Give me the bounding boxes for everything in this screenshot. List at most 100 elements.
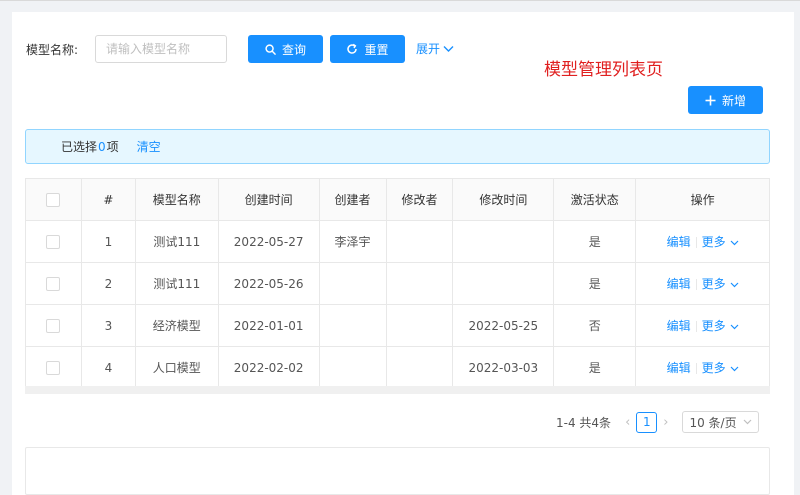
row-checkbox[interactable] — [46, 276, 61, 291]
table-row: 2 测试111 2022-05-26 是 编辑 更多 — [25, 262, 770, 305]
row-modified-time: 2022-05-25 — [452, 304, 555, 347]
row-select-cell — [25, 346, 82, 389]
edit-link[interactable]: 编辑 — [667, 319, 691, 333]
row-active-status: 是 — [553, 346, 637, 389]
more-dropdown[interactable]: 更多 — [702, 361, 739, 375]
plus-icon — [705, 95, 716, 106]
row-created-time: 2022-01-01 — [218, 304, 320, 347]
row-creator — [319, 262, 387, 305]
table-horizontal-scrollbar[interactable] — [25, 386, 770, 394]
next-page-icon[interactable]: › — [663, 415, 668, 430]
row-created-time: 2022-05-27 — [218, 220, 320, 263]
search-icon — [265, 43, 276, 55]
action-divider — [695, 363, 697, 374]
clear-selection-link[interactable]: 清空 — [137, 138, 161, 155]
add-button-label: 新增 — [721, 93, 746, 108]
action-divider — [695, 279, 697, 290]
more-dropdown[interactable]: 更多 — [702, 235, 739, 249]
row-modified-time — [452, 262, 555, 305]
row-active-status: 是 — [553, 220, 637, 263]
row-index: 1 — [81, 220, 136, 263]
pagination-summary: 1-4 共4条 — [556, 415, 612, 430]
header-index: # — [81, 178, 136, 221]
row-model-name: 测试111 — [135, 220, 219, 263]
row-creator: 李泽宇 — [319, 220, 387, 263]
row-modified-time — [452, 220, 555, 263]
current-page-button[interactable]: 1 — [636, 411, 658, 433]
selection-suffix: 项 — [106, 140, 119, 154]
edit-link[interactable]: 编辑 — [667, 235, 691, 249]
row-index: 3 — [81, 304, 136, 347]
row-creator — [319, 346, 387, 389]
row-checkbox[interactable] — [46, 234, 61, 249]
row-select-cell — [25, 220, 82, 263]
header-created-time: 创建时间 — [218, 178, 320, 221]
select-all-checkbox[interactable] — [46, 192, 61, 207]
row-checkbox[interactable] — [46, 318, 61, 333]
page-size-label: 10 条/页 — [689, 415, 737, 430]
prev-page-icon[interactable]: ‹ — [625, 415, 630, 430]
edit-link[interactable]: 编辑 — [667, 361, 691, 375]
add-button[interactable]: 新增 — [688, 86, 763, 114]
row-actions: 编辑 更多 — [635, 220, 770, 263]
edit-link[interactable]: 编辑 — [667, 277, 691, 291]
row-index: 4 — [81, 346, 136, 389]
expand-toggle[interactable]: 展开 — [416, 40, 454, 57]
header-creator: 创建者 — [319, 178, 387, 221]
row-modifier — [386, 262, 454, 305]
row-modifier — [386, 304, 454, 347]
page-size-select[interactable]: 10 条/页 — [682, 411, 760, 433]
more-dropdown[interactable]: 更多 — [702, 319, 739, 333]
top-strip — [0, 0, 800, 12]
bottom-panel — [25, 447, 770, 495]
row-select-cell — [25, 304, 82, 347]
more-dropdown[interactable]: 更多 — [702, 277, 739, 291]
more-label: 更多 — [701, 361, 726, 375]
row-actions: 编辑 更多 — [635, 262, 770, 305]
chevron-down-icon — [730, 282, 739, 288]
row-created-time: 2022-02-02 — [218, 346, 320, 389]
row-actions: 编辑 更多 — [635, 346, 770, 389]
query-button-label: 查询 — [281, 42, 306, 57]
row-index: 2 — [81, 262, 136, 305]
action-divider — [695, 237, 697, 248]
more-label: 更多 — [701, 235, 726, 249]
model-name-search-input[interactable] — [95, 35, 227, 63]
more-label: 更多 — [701, 319, 726, 333]
row-model-name: 测试111 — [135, 262, 219, 305]
expand-label: 展开 — [416, 42, 441, 56]
chevron-down-icon — [443, 45, 454, 53]
reset-button-label: 重置 — [364, 42, 389, 57]
chevron-down-icon — [730, 240, 739, 246]
query-button[interactable]: 查询 — [248, 35, 323, 63]
table-row: 4 人口模型 2022-02-02 2022-03-03 是 编辑 更多 — [25, 346, 770, 389]
table-header-row: # 模型名称 创建时间 创建者 修改者 修改时间 激活状态 操作 — [25, 178, 770, 221]
row-checkbox[interactable] — [46, 360, 61, 375]
page-annotation: 模型管理列表页 — [544, 60, 663, 80]
row-active-status: 是 — [553, 262, 637, 305]
header-active-status: 激活状态 — [553, 178, 637, 221]
select-all-cell — [25, 178, 82, 221]
selection-prefix: 已选择 — [61, 140, 98, 154]
row-modified-time: 2022-03-03 — [452, 346, 555, 389]
chevron-down-icon — [730, 324, 739, 330]
table-row: 3 经济模型 2022-01-01 2022-05-25 否 编辑 更多 — [25, 304, 770, 347]
reset-button[interactable]: 重置 — [330, 35, 405, 63]
table-row: 1 测试111 2022-05-27 李泽宇 是 编辑 更多 — [25, 220, 770, 263]
header-model-name: 模型名称 — [135, 178, 219, 221]
row-actions: 编辑 更多 — [635, 304, 770, 347]
row-active-status: 否 — [553, 304, 637, 347]
row-model-name: 人口模型 — [135, 346, 219, 389]
main-card: 模型名称: 查询 重置 展开 模型管理列表页 新增 已选择 0 项 清空 — [12, 12, 794, 495]
row-created-time: 2022-05-26 — [218, 262, 320, 305]
row-model-name: 经济模型 — [135, 304, 219, 347]
reload-icon — [346, 43, 358, 55]
selection-alert: 已选择 0 项 清空 — [25, 129, 770, 164]
more-label: 更多 — [701, 277, 726, 291]
action-divider — [695, 321, 697, 332]
selection-count: 0 — [98, 139, 106, 154]
header-actions: 操作 — [635, 178, 770, 221]
row-creator — [319, 304, 387, 347]
header-modifier: 修改者 — [386, 178, 454, 221]
model-table: # 模型名称 创建时间 创建者 修改者 修改时间 激活状态 操作 1 测试111… — [25, 178, 770, 389]
